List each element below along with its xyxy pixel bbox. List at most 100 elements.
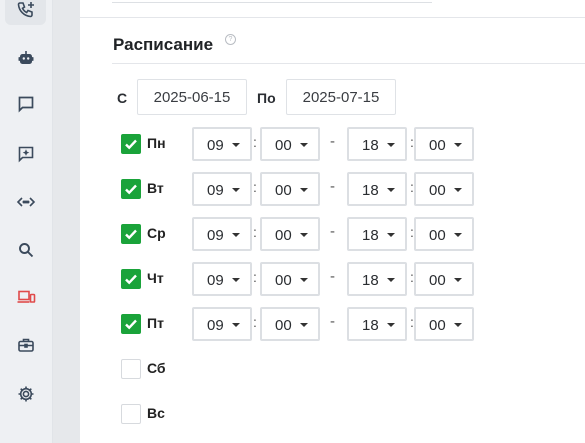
search-icon bbox=[18, 243, 33, 258]
day-checkbox[interactable] bbox=[121, 134, 141, 154]
day-row: Вт 09 00 18 00:: - bbox=[80, 172, 585, 206]
day-label: Сб bbox=[147, 360, 166, 376]
end-hour-select-value: 18 bbox=[362, 227, 379, 244]
range-separator: - bbox=[330, 133, 335, 150]
from-date-input[interactable]: 2025-06-15 bbox=[137, 79, 247, 115]
chevron-down-icon bbox=[454, 278, 462, 282]
chevron-down-icon bbox=[232, 233, 240, 237]
sidebar-item-calls[interactable] bbox=[5, 0, 46, 25]
time-separator: : bbox=[410, 179, 414, 195]
start-hour-select[interactable]: 09 bbox=[192, 127, 252, 161]
schedule-panel: Расписание ? С 2025-06-15 По 2025-07-15 … bbox=[80, 0, 585, 443]
sidebar-gutter bbox=[53, 0, 80, 443]
end-minute-select[interactable]: 00 bbox=[414, 217, 474, 251]
end-hour-select-value: 18 bbox=[362, 182, 379, 199]
start-hour-select-value: 09 bbox=[207, 272, 224, 289]
end-hour-select-value: 18 bbox=[362, 317, 379, 334]
chevron-down-icon bbox=[232, 278, 240, 282]
gear-icon bbox=[18, 386, 33, 402]
time-separator: : bbox=[253, 224, 257, 240]
range-separator: - bbox=[330, 178, 335, 195]
start-hour-select-value: 09 bbox=[207, 227, 224, 244]
chevron-down-icon bbox=[387, 323, 395, 327]
start-minute-select[interactable]: 00 bbox=[260, 262, 320, 296]
end-hour-select[interactable]: 18 bbox=[347, 217, 407, 251]
end-minute-select[interactable]: 00 bbox=[414, 172, 474, 206]
start-minute-select[interactable]: 00 bbox=[260, 217, 320, 251]
range-separator: - bbox=[330, 313, 335, 330]
day-checkbox[interactable] bbox=[121, 224, 141, 244]
chevron-down-icon bbox=[232, 323, 240, 327]
to-date-input[interactable]: 2025-07-15 bbox=[286, 79, 396, 115]
start-minute-select-value: 00 bbox=[275, 272, 292, 289]
sidebar-item-chats[interactable] bbox=[5, 89, 46, 119]
time-separator: : bbox=[410, 134, 414, 150]
sidebar-item-tools[interactable] bbox=[5, 330, 46, 360]
end-hour-select[interactable]: 18 bbox=[347, 127, 407, 161]
sidebar-item-settings[interactable] bbox=[5, 379, 46, 409]
day-checkbox[interactable] bbox=[121, 179, 141, 199]
end-minute-select[interactable]: 00 bbox=[414, 307, 474, 341]
start-hour-select-value: 09 bbox=[207, 182, 224, 199]
bot-icon bbox=[18, 51, 33, 64]
start-hour-select-value: 09 bbox=[207, 317, 224, 334]
end-hour-select-value: 18 bbox=[362, 137, 379, 154]
check-icon bbox=[125, 319, 137, 330]
day-checkbox[interactable] bbox=[121, 359, 141, 379]
start-hour-select[interactable]: 09 bbox=[192, 307, 252, 341]
end-hour-select[interactable]: 18 bbox=[347, 307, 407, 341]
time-separator: : bbox=[410, 224, 414, 240]
day-checkbox[interactable] bbox=[121, 314, 141, 334]
start-minute-select[interactable]: 00 bbox=[260, 172, 320, 206]
start-hour-select[interactable]: 09 bbox=[192, 262, 252, 296]
end-hour-select[interactable]: 18 bbox=[347, 172, 407, 206]
day-label: Чт bbox=[147, 270, 164, 286]
sidebar-item-search[interactable] bbox=[5, 235, 46, 265]
time-separator: : bbox=[410, 314, 414, 330]
day-checkbox[interactable] bbox=[121, 269, 141, 289]
sidebar-item-bots[interactable] bbox=[5, 43, 46, 73]
from-label: С bbox=[117, 90, 128, 106]
start-hour-select[interactable]: 09 bbox=[192, 172, 252, 206]
chevron-down-icon bbox=[454, 188, 462, 192]
sidebar-item-integrations[interactable] bbox=[5, 187, 46, 217]
start-hour-select-value: 09 bbox=[207, 137, 224, 154]
time-separator: : bbox=[410, 269, 414, 285]
day-label: Вт bbox=[147, 180, 164, 196]
chevron-down-icon bbox=[232, 188, 240, 192]
day-label: Пт bbox=[147, 315, 164, 331]
chevron-down-icon bbox=[300, 278, 308, 282]
start-minute-select-value: 00 bbox=[275, 227, 292, 244]
section-title: Расписание bbox=[113, 35, 214, 54]
chevron-down-icon bbox=[300, 143, 308, 147]
end-hour-select[interactable]: 18 bbox=[347, 262, 407, 296]
sidebar-item-devices[interactable] bbox=[5, 282, 46, 312]
check-icon bbox=[125, 139, 137, 150]
end-minute-select-value: 00 bbox=[429, 182, 446, 199]
chevron-down-icon bbox=[387, 233, 395, 237]
chevron-down-icon bbox=[300, 323, 308, 327]
day-row: Пн 09 00 18 00:: - bbox=[80, 127, 585, 161]
sidebar-item-ai[interactable] bbox=[5, 139, 46, 169]
time-separator: : bbox=[253, 314, 257, 330]
day-row: Вс bbox=[80, 397, 585, 431]
end-minute-select[interactable]: 00 bbox=[414, 262, 474, 296]
start-hour-select[interactable]: 09 bbox=[192, 217, 252, 251]
phone-add-icon bbox=[17, 2, 34, 18]
end-minute-select[interactable]: 00 bbox=[414, 127, 474, 161]
to-label: По bbox=[257, 90, 276, 106]
end-minute-select-value: 00 bbox=[429, 272, 446, 289]
devices-icon bbox=[17, 290, 35, 303]
help-icon[interactable]: ? bbox=[225, 34, 236, 45]
end-hour-select-value: 18 bbox=[362, 272, 379, 289]
start-minute-select[interactable]: 00 bbox=[260, 307, 320, 341]
day-label: Пн bbox=[147, 135, 166, 151]
chevron-down-icon bbox=[387, 278, 395, 282]
day-checkbox[interactable] bbox=[121, 404, 141, 424]
chevron-down-icon bbox=[300, 188, 308, 192]
time-separator: : bbox=[253, 134, 257, 150]
divider bbox=[112, 63, 585, 64]
start-minute-select[interactable]: 00 bbox=[260, 127, 320, 161]
check-icon bbox=[125, 274, 137, 285]
range-separator: - bbox=[330, 223, 335, 240]
